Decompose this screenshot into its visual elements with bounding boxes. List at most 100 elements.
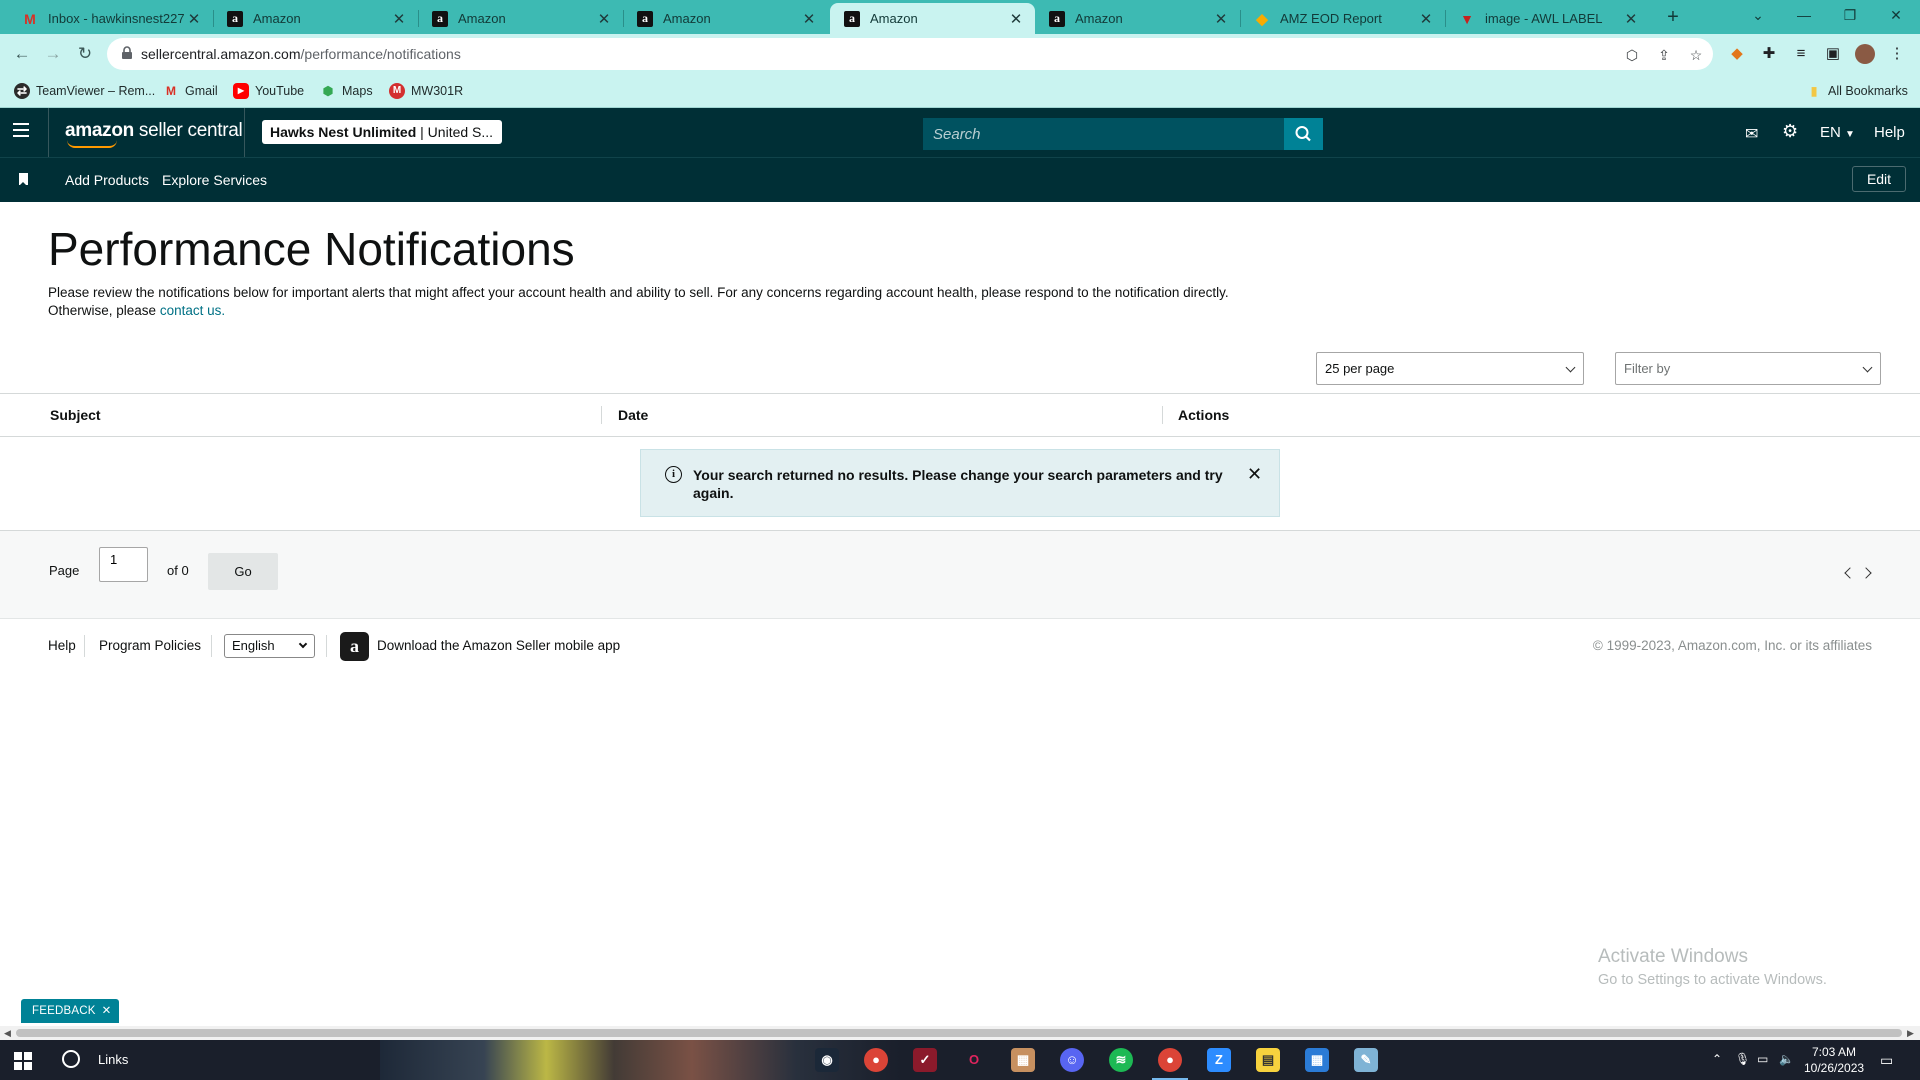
feedback-button[interactable]: FEEDBACK ✕ <box>21 999 120 1023</box>
scrollbar-thumb[interactable] <box>16 1029 1902 1037</box>
all-bookmarks[interactable]: ▮ All Bookmarks <box>1806 83 1908 99</box>
media-control-icon[interactable]: ≡ <box>1791 44 1811 64</box>
reload-icon[interactable]: ↻ <box>73 42 97 66</box>
network-icon[interactable]: ▭ <box>1757 1052 1768 1066</box>
browser-tab[interactable]: a Amazon ✕ <box>623 3 828 34</box>
close-icon[interactable]: ✕ <box>1247 464 1262 485</box>
pagination: Page of 0 Go <box>0 531 1920 619</box>
volume-icon[interactable]: 🔈 <box>1779 1052 1794 1066</box>
profile-avatar[interactable] <box>1855 44 1875 64</box>
bookmark-maps[interactable]: ⬢ Maps <box>320 83 373 99</box>
bookmark-gmail[interactable]: M Gmail <box>163 83 218 99</box>
tray-expand-icon[interactable]: ⌃ <box>1712 1052 1722 1066</box>
browser-tab[interactable]: ▼ image - AWL LABEL ✕ <box>1445 3 1650 34</box>
opera-icon[interactable]: O <box>962 1048 986 1072</box>
header-divider <box>48 108 49 157</box>
nav-add-products[interactable]: Add Products <box>65 172 149 188</box>
close-icon[interactable]: ✕ <box>1622 10 1640 28</box>
all-bookmarks-label: All Bookmarks <box>1828 84 1908 98</box>
address-bar[interactable]: sellercentral.amazon.com/performance/not… <box>107 38 1713 70</box>
back-icon[interactable]: ← <box>10 42 34 66</box>
extensions-icon[interactable]: ✚ <box>1759 44 1779 64</box>
close-icon[interactable]: ✕ <box>102 1005 112 1017</box>
close-icon[interactable]: ✕ <box>595 10 613 28</box>
spotify-icon[interactable]: ≋ <box>1109 1048 1133 1072</box>
close-icon[interactable]: ✕ <box>390 10 408 28</box>
bookmark-icon[interactable] <box>19 173 28 186</box>
close-icon[interactable]: ✕ <box>1212 10 1230 28</box>
edit-nav-button[interactable]: Edit <box>1852 166 1906 192</box>
hamburger-menu-icon[interactable] <box>13 123 33 141</box>
search-button[interactable] <box>1284 118 1323 150</box>
close-icon[interactable]: ✕ <box>1417 10 1435 28</box>
calculator-icon[interactable]: ▦ <box>1305 1048 1329 1072</box>
go-button[interactable]: Go <box>208 553 278 590</box>
gear-icon[interactable]: ⚙ <box>1782 121 1798 142</box>
browser-tab[interactable]: a Amazon ✕ <box>213 3 418 34</box>
browser-tab[interactable]: a Amazon ✕ <box>1035 3 1240 34</box>
close-window-icon[interactable]: ✕ <box>1873 0 1919 30</box>
close-icon[interactable]: ✕ <box>185 10 203 28</box>
taskbar-search-label[interactable]: Links <box>98 1052 128 1067</box>
scroll-right-icon[interactable]: ▶ <box>1907 1028 1914 1039</box>
notifications-icon[interactable]: ▭ <box>1880 1052 1893 1069</box>
steam-icon[interactable]: ◉ <box>815 1048 839 1072</box>
contact-us-link[interactable]: contact us. <box>160 303 225 318</box>
seller-central-logo[interactable]: amazon seller central <box>65 120 243 148</box>
system-clock[interactable]: 7:03 AM 10/26/2023 <box>1804 1044 1864 1076</box>
notepad-icon[interactable]: ✎ <box>1354 1048 1378 1072</box>
bookmarks-bar: ⇄ TeamViewer – Rem... M Gmail ▶ YouTube … <box>0 74 1920 108</box>
filter-select[interactable]: Filter by <box>1615 352 1881 385</box>
page-number-input[interactable] <box>99 547 148 582</box>
metamask-icon[interactable]: ◆ <box>1727 44 1747 64</box>
help-link[interactable]: Help <box>1874 124 1905 141</box>
side-panel-icon[interactable]: ▣ <box>1823 44 1843 64</box>
sticky-notes-icon[interactable]: ▤ <box>1256 1048 1280 1072</box>
horizontal-scrollbar[interactable]: ◀ ▶ <box>0 1026 1920 1040</box>
scroll-left-icon[interactable]: ◀ <box>4 1028 11 1039</box>
windows-start-icon[interactable] <box>14 1052 32 1070</box>
new-tab-button[interactable]: + <box>1661 5 1685 29</box>
photos-icon[interactable]: ▦ <box>1011 1048 1035 1072</box>
nav-explore-services[interactable]: Explore Services <box>162 172 267 188</box>
close-icon[interactable]: ✕ <box>800 10 818 28</box>
install-app-icon[interactable]: ⬡ <box>1623 46 1641 64</box>
mail-icon[interactable]: ✉ <box>1745 124 1758 144</box>
star-icon[interactable]: ☆ <box>1687 46 1705 64</box>
browser-tab[interactable]: a Amazon ✕ <box>418 3 623 34</box>
per-page-select[interactable]: 25 per page <box>1316 352 1584 385</box>
chrome-icon[interactable]: ● <box>864 1048 888 1072</box>
tab-search-icon[interactable]: ⌄ <box>1735 0 1781 30</box>
close-icon[interactable]: ✕ <box>1007 10 1025 28</box>
bookmark-youtube[interactable]: ▶ YouTube <box>233 83 304 99</box>
footer-help-link[interactable]: Help <box>48 638 76 653</box>
bookmark-mw301r[interactable]: M MW301R <box>389 83 463 99</box>
search-input[interactable] <box>923 118 1283 150</box>
store-switcher[interactable]: Hawks Nest Unlimited | United S... <box>262 120 502 144</box>
footer-language-select[interactable]: English <box>224 634 315 658</box>
bookmark-teamviewer[interactable]: ⇄ TeamViewer – Rem... <box>14 83 155 99</box>
app-icon[interactable]: ✓ <box>913 1048 937 1072</box>
column-date[interactable]: Date <box>618 407 648 423</box>
language-switcher[interactable]: EN ▼ <box>1820 124 1855 141</box>
microphone-icon[interactable]: 🎙 <box>1735 1052 1750 1066</box>
seller-app-icon[interactable]: a <box>340 632 369 661</box>
search-icon[interactable] <box>62 1050 80 1068</box>
zoom-icon[interactable]: Z <box>1207 1048 1231 1072</box>
program-policies-link[interactable]: Program Policies <box>99 638 201 653</box>
chevron-right-icon[interactable] <box>1860 567 1872 579</box>
browser-tab[interactable]: M Inbox - hawkinsnest2277@ ✕ <box>8 3 213 34</box>
language-label: EN <box>1820 124 1841 141</box>
browser-tab[interactable]: ◆ AMZ EOD Report ✕ <box>1240 3 1445 34</box>
chrome-active-icon[interactable]: ● <box>1152 1048 1188 1080</box>
column-subject[interactable]: Subject <box>50 407 101 423</box>
browser-tab-active[interactable]: a Amazon ✕ <box>830 3 1035 34</box>
menu-kebab-icon[interactable]: ⋮ <box>1887 44 1907 64</box>
chevron-left-icon[interactable] <box>1844 567 1856 579</box>
minimize-icon[interactable]: — <box>1781 0 1827 30</box>
download-app-link[interactable]: Download the Amazon Seller mobile app <box>377 638 620 653</box>
forward-icon[interactable]: → <box>41 42 65 66</box>
restore-icon[interactable]: ❐ <box>1827 0 1873 30</box>
share-icon[interactable]: ⇪ <box>1655 46 1673 64</box>
discord-icon[interactable]: ☺ <box>1060 1048 1084 1072</box>
